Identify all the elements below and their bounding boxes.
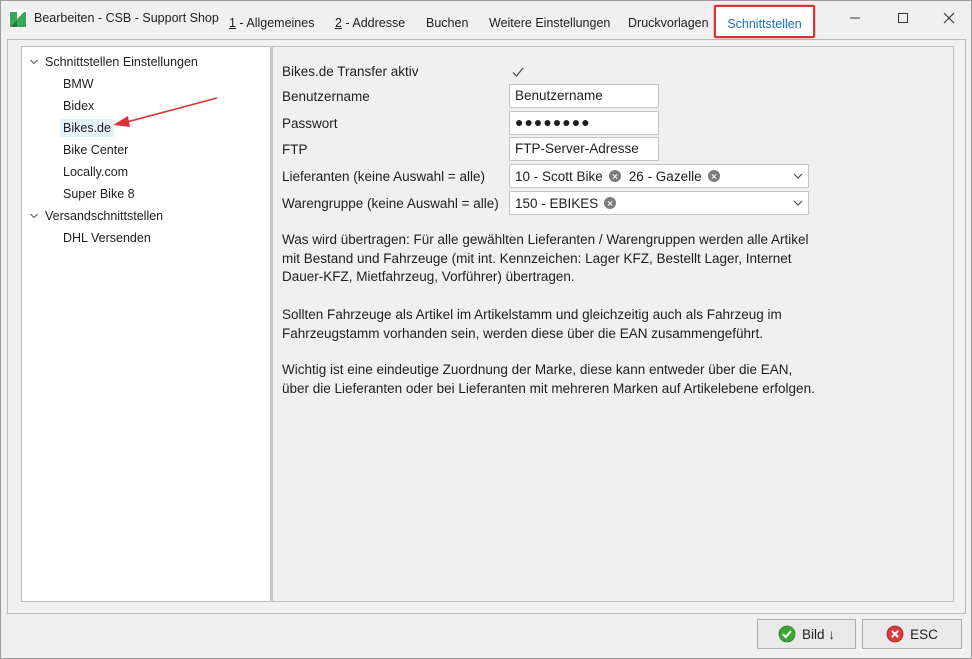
suppliers-label: Lieferanten (keine Auswahl = alle) xyxy=(282,169,486,184)
settings-content: Bikes.de Transfer aktiv Benutzername Ben… xyxy=(273,46,954,602)
image-down-button-label: Bild ↓ xyxy=(801,626,835,642)
tree-group-versandschnittstellen[interactable]: Versandschnittstellen xyxy=(22,205,271,227)
esc-button-label: ESC xyxy=(910,626,938,642)
app-logo-icon xyxy=(9,10,27,28)
transfer-checkbox[interactable] xyxy=(511,65,525,79)
tree-item-bmw[interactable]: BMW xyxy=(22,73,271,95)
tab-schnittstellen-label: Schnittstellen xyxy=(727,17,802,31)
username-label: Benutzername xyxy=(282,89,370,104)
chevron-down-icon[interactable] xyxy=(793,172,803,180)
password-label: Passwort xyxy=(282,116,338,131)
close-button[interactable] xyxy=(934,7,964,29)
password-field[interactable]: ●●●●●●●● xyxy=(509,111,659,135)
window: Bearbeiten - CSB - Support Shop 1 - Allg… xyxy=(0,0,972,659)
info-paragraph-transfer: Was wird übertragen: Für alle gewählten … xyxy=(282,232,809,284)
tree-item-bidex[interactable]: Bidex xyxy=(22,95,271,117)
minimize-button[interactable] xyxy=(840,7,870,29)
tab-buchen[interactable]: Buchen xyxy=(426,16,468,30)
tree-item-super-bike-8[interactable]: Super Bike 8 xyxy=(22,183,271,205)
tab-addresse[interactable]: 2 - Addresse xyxy=(335,16,405,30)
tree-item-dhl-versenden[interactable]: DHL Versenden xyxy=(22,227,271,249)
image-down-button[interactable]: Bild ↓ xyxy=(757,619,856,649)
supplier-chip: 10 - Scott Bike xyxy=(515,169,621,184)
title-bar: Bearbeiten - CSB - Support Shop 1 - Allg… xyxy=(1,1,971,38)
tree-item-bikes-de[interactable]: Bikes.de xyxy=(22,117,271,139)
info-paragraph-merge: Sollten Fahrzeuge als Artikel im Artikel… xyxy=(282,307,782,341)
chevron-down-icon xyxy=(30,59,38,65)
close-icon xyxy=(943,12,955,24)
remove-chip-icon[interactable] xyxy=(707,170,720,182)
tab-druckvorlagen[interactable]: Druckvorlagen xyxy=(628,16,709,30)
ftp-field[interactable]: FTP-Server-Adresse xyxy=(509,137,659,161)
info-paragraph-brand: Wichtig ist eine eindeutige Zuordnung de… xyxy=(282,362,815,396)
tab-schnittstellen[interactable]: Schnittstellen xyxy=(714,5,815,38)
tree-group-label: Schnittstellen Einstellungen xyxy=(45,55,198,69)
remove-chip-icon[interactable] xyxy=(604,197,617,209)
tree-group-schnittstellen-einstellungen[interactable]: Schnittstellen Einstellungen xyxy=(22,51,271,73)
supplier-chip: 26 - Gazelle xyxy=(629,169,720,184)
remove-chip-icon[interactable] xyxy=(608,170,621,182)
maximize-button[interactable] xyxy=(888,7,918,29)
main-panel: Schnittstellen Einstellungen BMW Bidex B… xyxy=(7,39,966,614)
product-group-chip: 150 - EBIKES xyxy=(515,196,617,211)
transfer-label: Bikes.de Transfer aktiv xyxy=(282,64,419,79)
settings-tree: Schnittstellen Einstellungen BMW Bidex B… xyxy=(21,46,271,602)
tab-weitere-einstellungen[interactable]: Weitere Einstellungen xyxy=(489,16,610,30)
checkmark-circle-icon xyxy=(778,625,796,643)
tree-item-bike-center[interactable]: Bike Center xyxy=(22,139,271,161)
ftp-label: FTP xyxy=(282,142,308,157)
product-groups-label: Warengruppe (keine Auswahl = alle) xyxy=(282,196,499,211)
esc-button[interactable]: ESC xyxy=(862,619,962,649)
maximize-icon xyxy=(898,13,908,23)
tree-group-label: Versandschnittstellen xyxy=(45,209,164,223)
cancel-circle-icon xyxy=(886,625,904,643)
username-field[interactable]: Benutzername xyxy=(509,84,659,108)
window-title: Bearbeiten - CSB - Support Shop xyxy=(34,11,219,25)
chevron-down-icon[interactable] xyxy=(793,199,803,207)
suppliers-select[interactable]: 10 - Scott Bike 26 - Gazelle xyxy=(509,164,809,188)
minimize-icon xyxy=(850,17,860,19)
product-groups-select[interactable]: 150 - EBIKES xyxy=(509,191,809,215)
tree-item-locally-com[interactable]: Locally.com xyxy=(22,161,271,183)
chevron-down-icon xyxy=(30,213,38,219)
tab-allgemeines[interactable]: 1 - Allgemeines xyxy=(229,16,314,30)
